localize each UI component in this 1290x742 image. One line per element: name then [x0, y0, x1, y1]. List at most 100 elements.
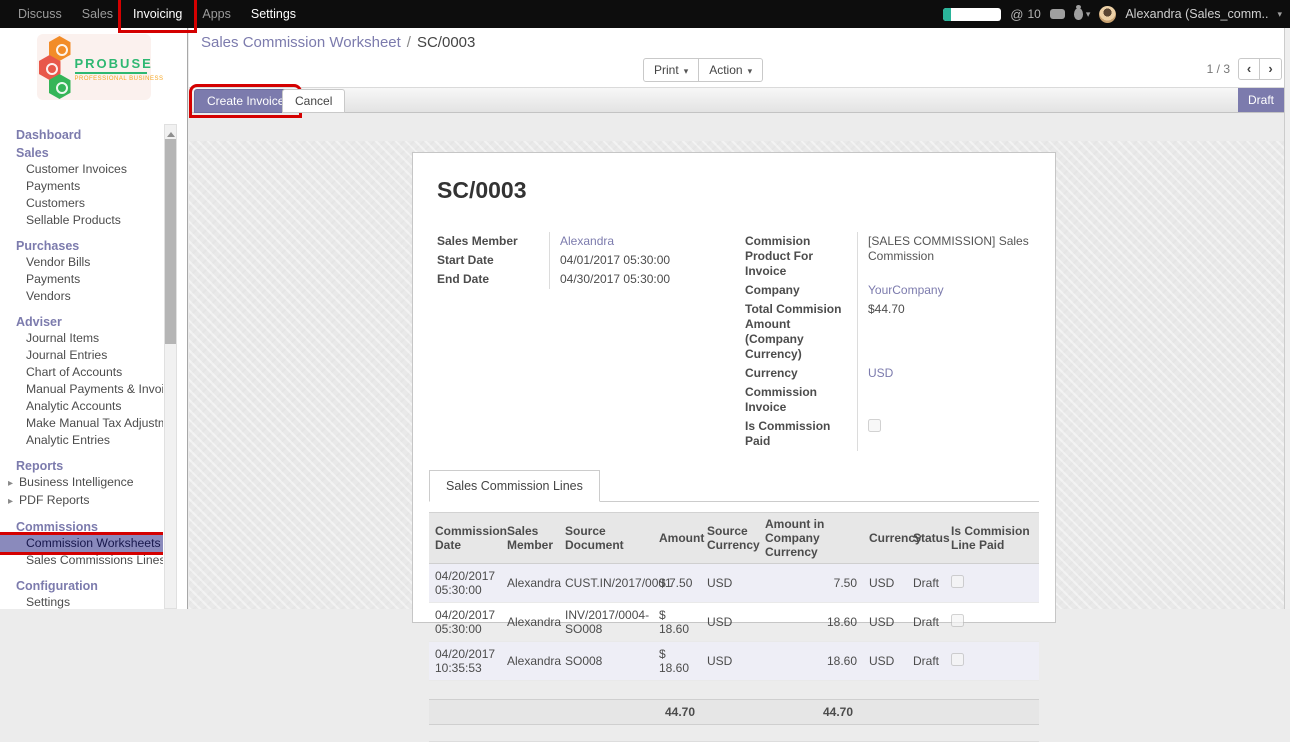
main-area: Sales Commission Worksheet / SC/0003 Pri… — [189, 28, 1284, 609]
column-header-amount-in-company-currency[interactable]: Amount in Company Currency — [759, 513, 863, 564]
table-row[interactable]: 04/20/2017 05:30:00AlexandraCUST.IN/2017… — [429, 564, 1039, 603]
nav-section-reports[interactable]: Reports — [0, 459, 163, 474]
field-label-company: Company — [745, 281, 857, 300]
sidebar-item-manual-payments-invoice[interactable]: Manual Payments & Invoice... — [0, 381, 163, 398]
field-label-total-commision-amount-company-currency: Total Commision Amount (Company Currency… — [745, 300, 857, 364]
totals-cell — [945, 700, 1039, 725]
cancel-button[interactable]: Cancel — [282, 89, 345, 113]
column-header-status[interactable]: Status — [907, 513, 945, 564]
menu-invoicing[interactable]: Invoicing — [123, 0, 192, 28]
totals-cell — [863, 700, 907, 725]
sidebar-nav: DashboardSalesCustomer InvoicesPaymentsC… — [0, 124, 163, 609]
checkbox-is-commission-paid[interactable] — [868, 419, 881, 432]
nav-section-adviser[interactable]: Adviser — [0, 315, 163, 330]
sidebar-item-settings[interactable]: Settings — [0, 594, 163, 609]
field-link-sales-member[interactable]: Alexandra — [560, 234, 614, 248]
sidebar-item-customer-invoices[interactable]: Customer Invoices — [0, 161, 163, 178]
chevron-right-icon — [8, 475, 19, 489]
sidebar-item-business-intelligence[interactable]: Business Intelligence — [0, 474, 163, 492]
sidebar-item-make-manual-tax-adjustme[interactable]: Make Manual Tax Adjustme... — [0, 415, 163, 432]
scroll-up-arrow-icon[interactable] — [167, 128, 175, 137]
column-header-commission-date[interactable]: Commission Date — [429, 513, 501, 564]
action-button[interactable]: Action▾ — [699, 58, 763, 82]
sidebar-item-vendors[interactable]: Vendors — [0, 288, 163, 305]
chat-bubble-icon[interactable] — [1050, 9, 1065, 19]
sidebar-item-payments[interactable]: Payments — [0, 178, 163, 195]
caret-down-icon: ▾ — [684, 66, 689, 76]
cell-source-currency: USD — [701, 564, 759, 603]
logo-text: PROBUSE PROFESSIONAL BUSINESS — [75, 56, 147, 82]
table-row[interactable]: 04/20/2017 05:30:00AlexandraINV/2017/000… — [429, 603, 1039, 642]
menu-apps[interactable]: Apps — [192, 0, 241, 28]
menu-sales[interactable]: Sales — [72, 0, 123, 28]
cell-currency: USD — [863, 642, 907, 681]
sidebar-item-vendor-bills[interactable]: Vendor Bills — [0, 254, 163, 271]
cell-sales-member: Alexandra — [501, 603, 559, 642]
sidebar-item-analytic-entries[interactable]: Analytic Entries — [0, 432, 163, 449]
field-value-is-commission-paid — [857, 417, 1039, 451]
line-paid-checkbox[interactable] — [951, 653, 964, 666]
line-paid-checkbox[interactable] — [951, 614, 964, 627]
column-header-is-commision-line-paid[interactable]: Is Commision Line Paid — [945, 513, 1039, 564]
user-menu[interactable]: Alexandra (Sales_comm.. — [1125, 7, 1268, 21]
debug-menu[interactable]: ▾ — [1074, 8, 1091, 20]
tab-sales-commission-lines[interactable]: Sales Commission Lines — [429, 470, 600, 502]
field-link-commision-product-for-invoice[interactable]: [SALES COMMISSION] Sales Commission — [868, 234, 1029, 263]
breadcrumb-parent[interactable]: Sales Commission Worksheet — [201, 34, 401, 51]
sidebar-item-pdf-reports[interactable]: PDF Reports — [0, 492, 163, 510]
cell-currency: USD — [863, 603, 907, 642]
print-button[interactable]: Print▾ — [643, 58, 699, 82]
cell-status: Draft — [907, 642, 945, 681]
field-link-currency[interactable]: USD — [868, 366, 893, 380]
column-header-amount[interactable]: Amount — [653, 513, 701, 564]
cell-commission-date: 04/20/2017 05:30:00 — [429, 564, 501, 603]
sidebar-item-customers[interactable]: Customers — [0, 195, 163, 212]
tab-bar: Sales Commission Lines — [429, 469, 1039, 502]
line-paid-checkbox[interactable] — [951, 575, 964, 588]
cell-status: Draft — [907, 603, 945, 642]
nav-section-purchases[interactable]: Purchases — [0, 239, 163, 254]
sidebar-item-journal-entries[interactable]: Journal Entries — [0, 347, 163, 364]
nav-section-commissions[interactable]: Commissions — [0, 520, 163, 535]
nav-section-configuration[interactable]: Configuration — [0, 579, 163, 594]
breadcrumb-separator: / — [407, 34, 411, 51]
page-scrollbar[interactable] — [1284, 28, 1290, 609]
pager-next-button[interactable] — [1260, 58, 1282, 80]
field-label-end-date: End Date — [437, 270, 549, 289]
control-bar: Print▾ Action▾ 1 / 3 — [189, 56, 1284, 87]
sidebar-item-analytic-accounts[interactable]: Analytic Accounts — [0, 398, 163, 415]
column-header-sales-member[interactable]: Sales Member — [501, 513, 559, 564]
sidebar-item-sellable-products[interactable]: Sellable Products — [0, 212, 163, 229]
bug-icon — [1074, 8, 1083, 20]
column-header-currency[interactable]: Currency — [863, 513, 907, 564]
table-row[interactable]: 04/20/2017 10:35:53AlexandraSO008$ 18.60… — [429, 642, 1039, 681]
column-header-source-currency[interactable]: Source Currency — [701, 513, 759, 564]
activities-button[interactable]: @10 — [1010, 7, 1041, 22]
cell-amount-in-company-currency: 18.60 — [759, 642, 863, 681]
field-group-right: Commision Product For Invoice[SALES COMM… — [745, 232, 1039, 451]
sidebar-item-commission-worksheets[interactable]: Commission Worksheets — [0, 535, 163, 552]
cell-source-document: INV/2017/0004-SO008 — [559, 603, 653, 642]
cell-source-document: SO008 — [559, 642, 653, 681]
field-link-company[interactable]: YourCompany — [868, 283, 944, 297]
menu-settings[interactable]: Settings — [241, 0, 306, 28]
nav-section-dashboard[interactable]: Dashboard — [0, 128, 163, 143]
field-label-sales-member: Sales Member — [437, 232, 549, 251]
cell-is-commision-line-paid — [945, 642, 1039, 681]
sidebar-item-sales-commissions-lines[interactable]: Sales Commissions Lines — [0, 552, 163, 569]
sidebar-item-chart-of-accounts[interactable]: Chart of Accounts — [0, 364, 163, 381]
pager-previous-button[interactable] — [1238, 58, 1260, 80]
breadcrumb: Sales Commission Worksheet / SC/0003 — [189, 28, 1284, 56]
column-header-source-document[interactable]: Source Document — [559, 513, 653, 564]
sidebar-scrollbar[interactable] — [164, 124, 177, 609]
cell-amount-in-company-currency: 7.50 — [759, 564, 863, 603]
nav-section-sales[interactable]: Sales — [0, 146, 163, 161]
sidebar-item-payments[interactable]: Payments — [0, 271, 163, 288]
menu-discuss[interactable]: Discuss — [8, 0, 72, 28]
totals-row: 44.7044.70 — [429, 700, 1039, 725]
commission-lines-table: Commission DateSales MemberSource Docume… — [429, 512, 1039, 681]
sidebar-scrollbar-thumb[interactable] — [165, 139, 176, 344]
sidebar-item-journal-items[interactable]: Journal Items — [0, 330, 163, 347]
caret-down-icon: ▾ — [748, 66, 753, 76]
chevron-right-icon — [8, 493, 19, 507]
